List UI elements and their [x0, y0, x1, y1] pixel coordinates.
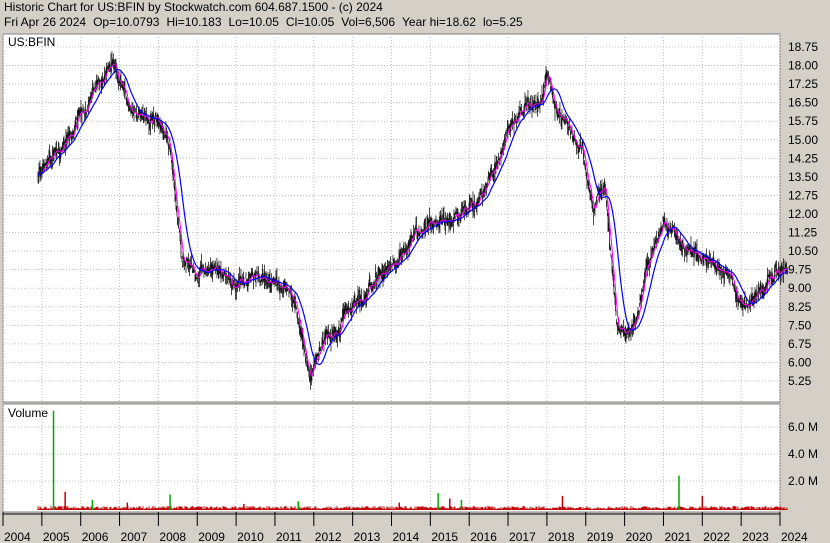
x-tick-label: 2015: [431, 530, 458, 543]
x-tick-label: 2004: [4, 530, 31, 543]
price-tick-label: 18.00: [788, 59, 818, 73]
x-tick-label: 2017: [509, 530, 536, 543]
x-tick-label: 2020: [626, 530, 653, 543]
price-tick-label: 9.00: [788, 281, 812, 295]
x-tick-label: 2014: [393, 530, 420, 543]
price-tick-label: 17.25: [788, 77, 818, 91]
price-tick-label: 8.25: [788, 300, 812, 314]
volume-axis-labels: 6.0 M 4.0 M 2.0 M: [788, 420, 818, 488]
x-tick-label: 2012: [315, 530, 342, 543]
volume-tick-label: 2.0 M: [788, 474, 818, 488]
price-tick-label: 9.75: [788, 263, 812, 277]
price-tick-label: 6.00: [788, 355, 812, 369]
volume-label: Volume: [8, 406, 48, 420]
price-tick-label: 15.00: [788, 133, 818, 147]
x-tick-label: 2016: [470, 530, 497, 543]
x-tick-label: 2018: [548, 530, 575, 543]
x-tick-label: 2024: [781, 530, 808, 543]
x-tick-label: 2007: [121, 530, 148, 543]
price-tick-label: 13.50: [788, 170, 818, 184]
price-tick-label: 10.50: [788, 244, 818, 258]
x-tick-label: 2006: [82, 530, 109, 543]
price-tick-label: 12.00: [788, 207, 818, 221]
x-tick-label: 2009: [198, 530, 225, 543]
x-tick-label: 2021: [664, 530, 691, 543]
stock-chart: 18.75 18.00 17.25 16.50 15.75 15.00 14.25 13.50…: [2, 33, 818, 543]
price-tick-label: 5.25: [788, 374, 812, 388]
volume-tick-label: 4.0 M: [788, 447, 818, 461]
x-tick-label: 2023: [742, 530, 769, 543]
price-tick-label: 6.75: [788, 337, 812, 351]
price-tick-label: 15.75: [788, 114, 818, 128]
x-axis-labels: 2004 2005 2006 2007 2008 2009 2010 2011 2012 2013…: [2, 512, 808, 543]
price-tick-label: 12.75: [788, 188, 818, 202]
x-tick-label: 2022: [703, 530, 730, 543]
x-tick-label: 2013: [354, 530, 381, 543]
price-tick-label: 7.50: [788, 318, 812, 332]
symbol-label: US:BFIN: [8, 35, 55, 49]
x-tick-label: 2011: [276, 530, 302, 543]
price-tick-label: 14.25: [788, 151, 818, 165]
x-tick-label: 2005: [43, 530, 70, 543]
x-tick-label: 2008: [159, 530, 186, 543]
price-tick-label: 16.50: [788, 96, 818, 110]
price-tick-label: 11.25: [788, 226, 817, 240]
price-tick-label: 18.75: [788, 40, 818, 54]
x-tick-label: 2010: [237, 530, 264, 543]
x-tick-label: 2019: [587, 530, 614, 543]
volume-tick-label: 6.0 M: [788, 420, 818, 434]
y-axis-labels: 18.75 18.00 17.25 16.50 15.75 15.00 14.25 13.50…: [788, 40, 818, 388]
